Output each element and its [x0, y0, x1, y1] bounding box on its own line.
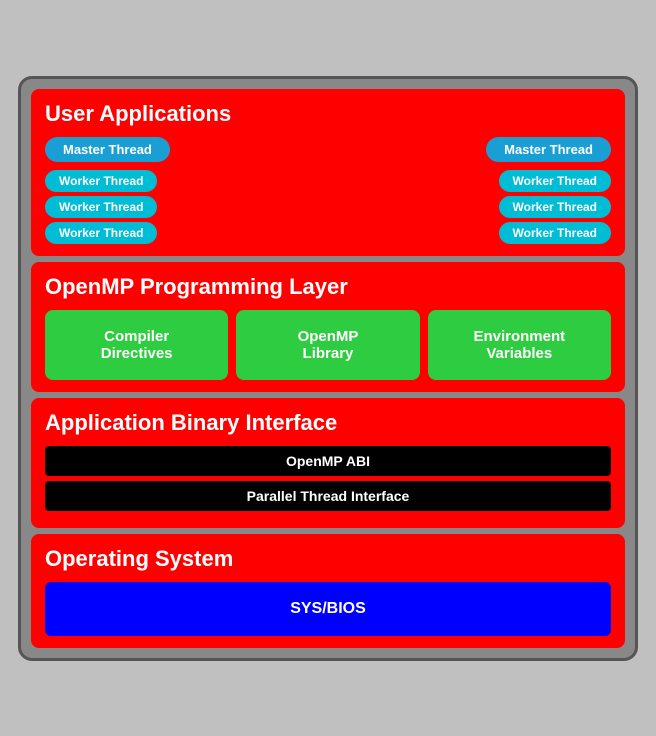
main-container: User Applications Master Thread Master T…	[18, 76, 638, 661]
master-thread-2: Master Thread	[486, 137, 611, 162]
worker-thread-l3: Worker Thread	[45, 222, 157, 244]
worker-thread-l1: Worker Thread	[45, 170, 157, 192]
os-section: Operating System SYS/BIOS	[31, 534, 625, 648]
openmp-abi-bar: OpenMP ABI	[45, 446, 611, 476]
compiler-directives-box: CompilerDirectives	[45, 310, 228, 380]
workers-left: Worker Thread Worker Thread Worker Threa…	[45, 170, 157, 244]
worker-thread-l2: Worker Thread	[45, 196, 157, 218]
os-title: Operating System	[45, 546, 611, 572]
abi-title: Application Binary Interface	[45, 410, 611, 436]
master-thread-row: Master Thread Master Thread	[45, 137, 611, 162]
master-thread-1: Master Thread	[45, 137, 170, 162]
environment-variables-box: EnvironmentVariables	[428, 310, 611, 380]
worker-groups: Worker Thread Worker Thread Worker Threa…	[45, 170, 611, 244]
openmp-library-box: OpenMPLibrary	[236, 310, 419, 380]
openmp-title: OpenMP Programming Layer	[45, 274, 611, 300]
sysbios-bar: SYS/BIOS	[45, 582, 611, 636]
openmp-boxes: CompilerDirectives OpenMPLibrary Environ…	[45, 310, 611, 380]
parallel-thread-bar: Parallel Thread Interface	[45, 481, 611, 511]
worker-thread-r3: Worker Thread	[499, 222, 611, 244]
worker-thread-r1: Worker Thread	[499, 170, 611, 192]
user-apps-section: User Applications Master Thread Master T…	[31, 89, 625, 256]
openmp-section: OpenMP Programming Layer CompilerDirecti…	[31, 262, 625, 392]
threads-area: Master Thread Master Thread Worker Threa…	[45, 137, 611, 244]
user-apps-title: User Applications	[45, 101, 611, 127]
worker-thread-r2: Worker Thread	[499, 196, 611, 218]
abi-section: Application Binary Interface OpenMP ABI …	[31, 398, 625, 528]
workers-right: Worker Thread Worker Thread Worker Threa…	[499, 170, 611, 244]
